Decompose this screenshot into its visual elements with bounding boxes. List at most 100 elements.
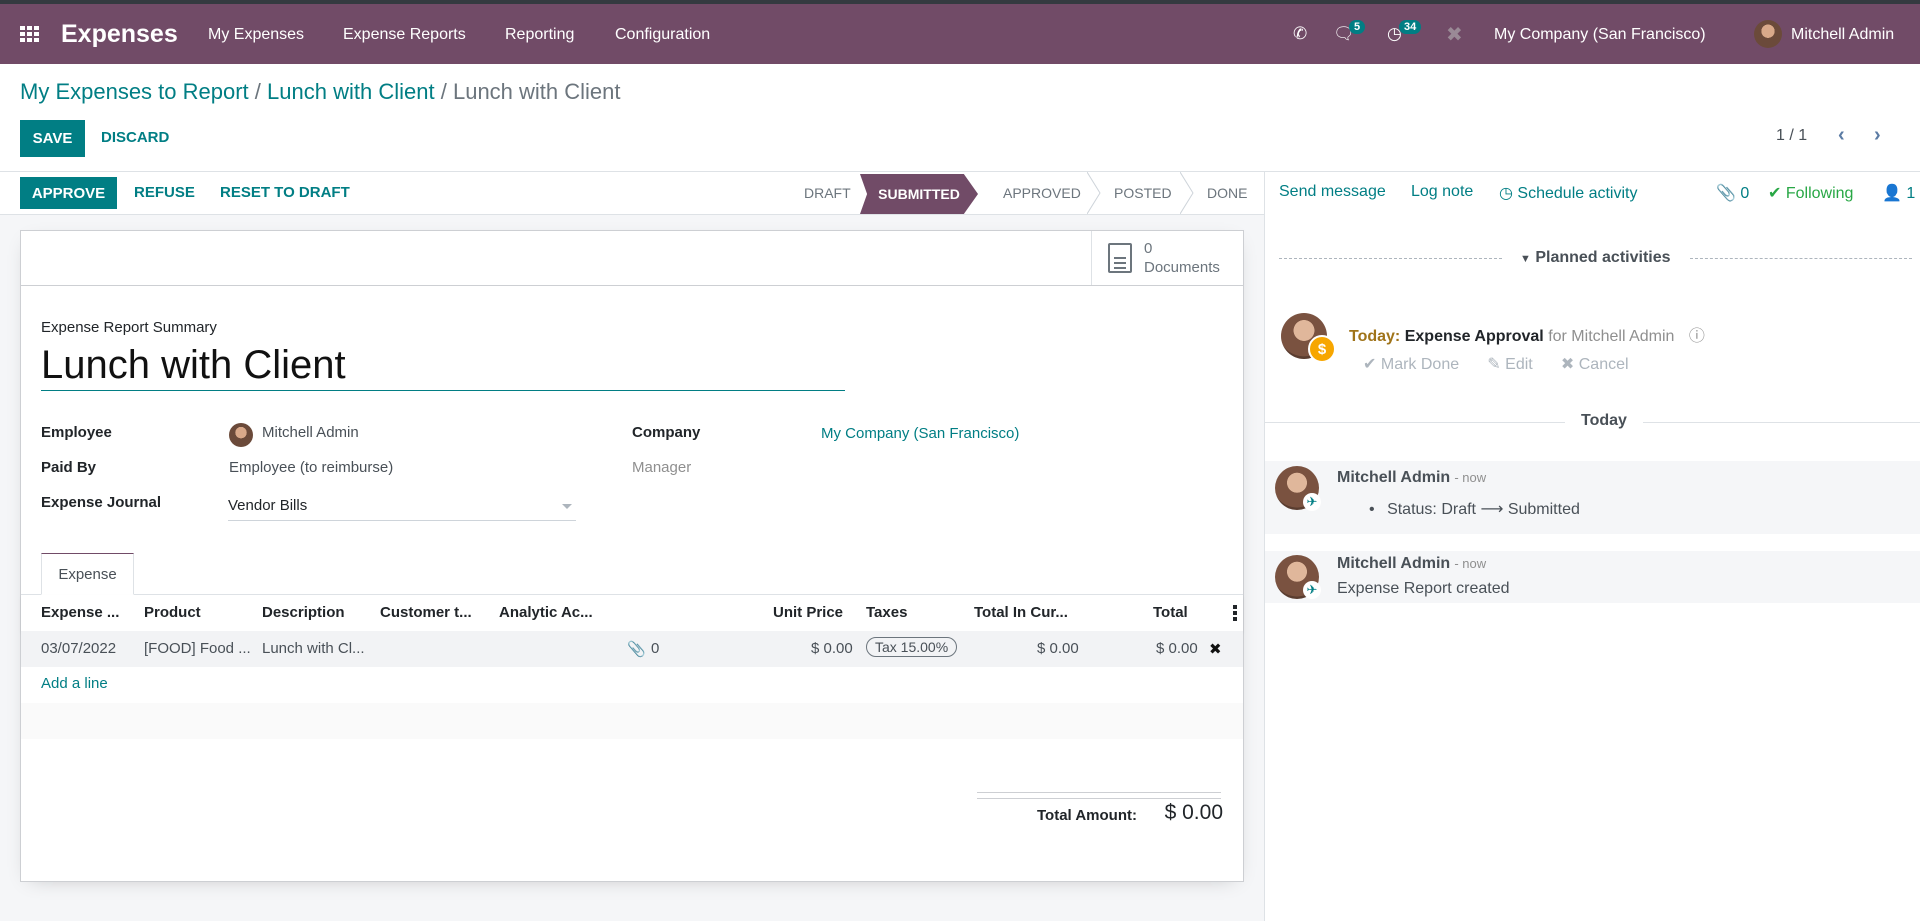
reset-to-draft-button[interactable]: RESET TO DRAFT	[220, 184, 350, 201]
breadcrumb-item-report[interactable]: Lunch with Client	[267, 79, 435, 104]
stage-posted[interactable]: POSTED	[1114, 185, 1172, 201]
company-label: Company	[632, 424, 701, 441]
attachments-button[interactable]: 📎 0	[1716, 183, 1749, 203]
chatter: Send message Log note ◷ Schedule activit…	[1264, 171, 1920, 921]
optional-columns-icon[interactable]	[1233, 605, 1237, 621]
column-customer[interactable]: Customer t...	[380, 604, 472, 621]
check-icon: ✔	[1768, 185, 1782, 202]
user-icon: 👤	[1882, 185, 1902, 202]
menu-my-expenses[interactable]: My Expenses	[208, 26, 304, 44]
menu-reporting[interactable]: Reporting	[505, 26, 574, 44]
cell-unit-price: $ 0.00	[811, 640, 853, 657]
stage-done[interactable]: DONE	[1207, 185, 1247, 201]
expense-journal-select[interactable]: Vendor Bills	[228, 493, 576, 521]
documents-label: Documents	[1144, 259, 1220, 276]
followers-button[interactable]: 👤 1	[1882, 183, 1915, 203]
pager-value[interactable]: 1 / 1	[1776, 127, 1807, 145]
plane-icon: ✈	[1303, 493, 1321, 511]
info-icon[interactable]: ⓘ	[1689, 328, 1705, 345]
edit-activity-button[interactable]: ✎ Edit	[1487, 356, 1532, 373]
schedule-activity-label: Schedule activity	[1517, 185, 1638, 202]
message-date: - now	[1454, 556, 1487, 571]
message-body: Expense Report created	[1337, 580, 1510, 597]
activity-assignee: for Mitchell Admin	[1548, 328, 1675, 345]
delete-row-icon[interactable]: ✖	[1209, 640, 1222, 658]
approve-button[interactable]: APPROVE	[20, 177, 117, 209]
clock-icon: ◷	[1499, 185, 1513, 202]
cell-product: [FOOD] Food ...	[144, 640, 251, 657]
dotted-divider	[1279, 258, 1502, 259]
main-navbar: Expenses My Expenses Expense Reports Rep…	[0, 4, 1920, 64]
report-title-input[interactable]	[41, 341, 845, 391]
expense-journal-value: Vendor Bills	[228, 497, 308, 514]
following-button[interactable]: ✔ Following	[1768, 183, 1853, 203]
menu-configuration[interactable]: Configuration	[615, 26, 710, 44]
breadcrumb: My Expenses to Report / Lunch with Clien…	[20, 79, 621, 105]
messages-badge: 5	[1349, 20, 1366, 34]
company-switcher[interactable]: My Company (San Francisco)	[1494, 26, 1706, 44]
send-message-button[interactable]: Send message	[1279, 183, 1386, 201]
column-total[interactable]: Total	[1153, 604, 1188, 621]
app-brand[interactable]: Expenses	[61, 20, 178, 49]
breadcrumb-separator: /	[440, 79, 447, 104]
column-unit-price[interactable]: Unit Price	[773, 604, 843, 621]
column-taxes[interactable]: Taxes	[866, 604, 907, 621]
schedule-activity-button[interactable]: ◷ Schedule activity	[1499, 183, 1637, 203]
date-divider-label: Today	[1565, 412, 1643, 430]
breadcrumb-separator: /	[254, 79, 261, 104]
phone-icon[interactable]: ✆	[1293, 24, 1307, 44]
apps-icon[interactable]	[20, 26, 40, 42]
notebook-tabs: Expense	[21, 553, 1243, 595]
caret-down-icon: ▼	[1520, 253, 1531, 265]
column-analytic-account[interactable]: Analytic Ac...	[499, 604, 593, 621]
activities-badge: 34	[1399, 20, 1422, 34]
column-total-in-currency[interactable]: Total In Cur...	[974, 604, 1068, 621]
menu-expense-reports[interactable]: Expense Reports	[343, 26, 466, 44]
cell-total: $ 0.00	[1156, 640, 1198, 657]
message-author[interactable]: Mitchell Admin	[1337, 555, 1450, 572]
save-button[interactable]: SAVE	[20, 120, 85, 157]
empty-row	[21, 703, 1243, 739]
paid-by-label: Paid By	[41, 459, 97, 476]
pager-previous-icon[interactable]: ‹	[1838, 124, 1845, 147]
log-note-button[interactable]: Log note	[1411, 183, 1473, 201]
table-row[interactable]: 03/07/2022 [FOOD] Food ... Lunch with Cl…	[21, 631, 1243, 667]
company-value[interactable]: My Company (San Francisco)	[821, 425, 1019, 442]
tracking-old: Status: Draft	[1387, 501, 1476, 518]
activity-title: Expense Approval	[1404, 328, 1544, 345]
column-product[interactable]: Product	[144, 604, 201, 621]
following-label: Following	[1785, 185, 1854, 202]
documents-button[interactable]: 0 Documents	[1091, 231, 1243, 285]
mark-done-button[interactable]: ✔ Mark Done	[1363, 356, 1459, 373]
add-line-link[interactable]: Add a line	[41, 675, 108, 692]
message-date: - now	[1454, 470, 1487, 485]
column-expense-date[interactable]: Expense ...	[41, 604, 119, 621]
tracking-new: Submitted	[1507, 501, 1580, 518]
activity-actions: ✔ Mark Done ✎ Edit ✖ Cancel	[1363, 354, 1653, 374]
tab-expense[interactable]: Expense	[41, 553, 134, 595]
message-author[interactable]: Mitchell Admin	[1337, 469, 1450, 486]
cell-total-currency: $ 0.00	[1037, 640, 1079, 657]
user-menu[interactable]: Mitchell Admin	[1791, 26, 1894, 44]
paperclip-icon[interactable]: 📎	[627, 640, 646, 658]
user-avatar[interactable]	[1754, 20, 1782, 48]
discard-button[interactable]: DISCARD	[101, 129, 169, 146]
cancel-activity-button[interactable]: ✖ Cancel	[1561, 356, 1629, 373]
summary-label: Expense Report Summary	[41, 319, 217, 336]
planned-activities-title: Planned activities	[1535, 249, 1671, 266]
dollar-icon: $	[1308, 335, 1336, 363]
employee-value[interactable]: Mitchell Admin	[262, 424, 359, 441]
chevron-down-icon	[562, 504, 572, 509]
column-description[interactable]: Description	[262, 604, 345, 621]
refuse-button[interactable]: REFUSE	[134, 184, 195, 201]
cell-attachments: 0	[651, 640, 660, 657]
tools-icon[interactable]: ✖	[1446, 22, 1463, 47]
employee-label: Employee	[41, 424, 112, 441]
breadcrumb-item-expenses-to-report[interactable]: My Expenses to Report	[20, 79, 249, 104]
pager-next-icon[interactable]: ›	[1874, 124, 1881, 147]
stage-approved[interactable]: APPROVED	[1003, 185, 1081, 201]
planned-activities-toggle[interactable]: ▼ Planned activities	[1520, 249, 1671, 267]
stage-submitted: SUBMITTED	[860, 174, 978, 214]
stage-draft[interactable]: DRAFT	[804, 185, 851, 201]
document-icon	[1108, 243, 1132, 273]
